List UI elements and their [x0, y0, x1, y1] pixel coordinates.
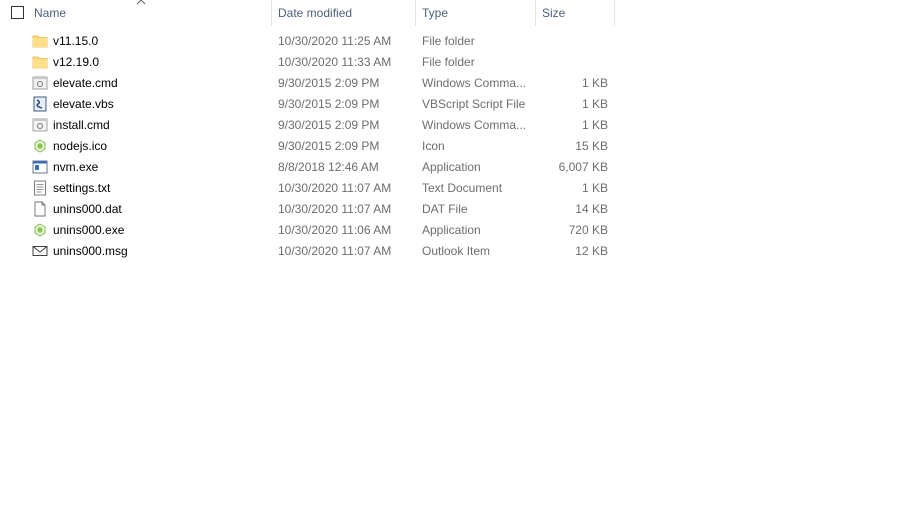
column-header-row: Name Date modified Type Size — [0, 0, 616, 26]
select-all-checkbox[interactable] — [11, 6, 24, 19]
file-name: unins000.dat — [53, 202, 122, 216]
file-date-modified: 10/30/2020 11:07 AM — [278, 244, 392, 258]
column-header-type-label: Type — [422, 6, 449, 20]
file-type: Text Document — [422, 181, 503, 195]
file-row[interactable]: elevate.cmd 9/30/2015 2:09 PM Windows Comm… — [0, 73, 616, 94]
file-row[interactable]: unins000.msg 10/30/2020 11:07 AM Outlook I… — [0, 241, 616, 262]
column-header-name[interactable]: Name — [28, 0, 271, 26]
file-type: Windows Comma... — [422, 118, 527, 132]
file-row[interactable]: unins000.exe 10/30/2020 11:06 AM Applicati… — [0, 220, 616, 241]
file-date-modified: 10/30/2020 11:07 AM — [278, 181, 392, 195]
file-size: 6,007 KB — [558, 160, 608, 174]
envelope-icon — [32, 241, 50, 262]
cmd-script-icon — [32, 115, 50, 136]
file-name: settings.txt — [53, 181, 111, 195]
file-name: unins000.msg — [53, 244, 128, 258]
file-name: elevate.cmd — [53, 76, 118, 90]
file-row[interactable]: nvm.exe 8/8/2018 12:46 AM Application 6,007… — [0, 157, 616, 178]
file-size: 15 KB — [575, 139, 608, 153]
column-header-date[interactable]: Date modified — [271, 0, 415, 26]
column-header-type[interactable]: Type — [415, 0, 535, 26]
file-row[interactable]: v12.19.0 10/30/2020 11:33 AM File folder — [0, 52, 616, 73]
file-date-modified: 10/30/2020 11:25 AM — [278, 34, 392, 48]
application-icon — [32, 157, 50, 178]
file-date-modified: 10/30/2020 11:33 AM — [278, 55, 392, 69]
column-header-name-label: Name — [34, 6, 67, 20]
file-date-modified: 8/8/2018 12:46 AM — [278, 160, 379, 174]
column-header-size-label: Size — [542, 6, 566, 20]
file-name: nvm.exe — [53, 160, 99, 174]
folder-icon — [32, 31, 50, 52]
file-size — [541, 52, 608, 73]
file-type: Icon — [422, 139, 445, 153]
file-type: Application — [422, 223, 481, 237]
file-row[interactable]: v11.15.0 10/30/2020 11:25 AM File folder — [0, 31, 616, 52]
file-name: elevate.vbs — [53, 97, 114, 111]
nodejs-icon — [32, 220, 50, 241]
file-date-modified: 9/30/2015 2:09 PM — [278, 97, 380, 111]
file-date-modified: 10/30/2020 11:07 AM — [278, 202, 392, 216]
cmd-script-icon — [32, 73, 50, 94]
file-size: 1 KB — [581, 118, 608, 132]
file-name: v11.15.0 — [53, 34, 99, 48]
file-size: 1 KB — [581, 76, 608, 90]
file-name: nodejs.ico — [53, 139, 108, 153]
file-date-modified: 9/30/2015 2:09 PM — [278, 76, 380, 90]
text-document-icon — [32, 178, 50, 199]
file-size: 14 KB — [575, 202, 608, 216]
file-name: v12.19.0 — [53, 55, 100, 69]
file-row[interactable]: elevate.vbs 9/30/2015 2:09 PM VBScript Scr… — [0, 94, 616, 115]
file-type: VBScript Script File — [422, 97, 526, 111]
file-row[interactable]: nodejs.ico 9/30/2015 2:09 PM Icon 15 KB — [0, 136, 616, 157]
file-type: File folder — [422, 55, 475, 69]
file-size — [541, 31, 608, 52]
file-name: unins000.exe — [53, 223, 125, 237]
file-date-modified: 9/30/2015 2:09 PM — [278, 118, 380, 132]
file-row[interactable]: install.cmd 9/30/2015 2:09 PM Windows Comm… — [0, 115, 616, 136]
nodejs-icon — [32, 136, 50, 157]
vbs-script-icon — [32, 94, 50, 115]
file-type: File folder — [422, 34, 475, 48]
file-row[interactable]: settings.txt 10/30/2020 11:07 AM Text Docu… — [0, 178, 616, 199]
column-header-size[interactable]: Size — [535, 0, 615, 26]
file-size: 1 KB — [581, 181, 608, 195]
column-header-date-label: Date modified — [278, 6, 353, 20]
file-size: 12 KB — [575, 244, 608, 258]
file-row[interactable]: unins000.dat 10/30/2020 11:07 AM DAT File 1… — [0, 199, 616, 220]
file-type: DAT File — [422, 202, 468, 216]
folder-icon — [32, 52, 50, 73]
file-size: 720 KB — [568, 223, 608, 237]
file-type: Outlook Item — [422, 244, 491, 258]
file-list-view: Name Date modified Type Size v11.15.0 10/… — [0, 0, 900, 527]
file-type: Application — [422, 160, 481, 174]
file-rows: v11.15.0 10/30/2020 11:25 AM File folder v… — [0, 31, 616, 262]
file-type: Windows Comma... — [422, 76, 527, 90]
blank-file-icon — [32, 199, 50, 220]
file-date-modified: 10/30/2020 11:06 AM — [278, 223, 392, 237]
file-size: 1 KB — [581, 97, 608, 111]
file-name: install.cmd — [53, 118, 110, 132]
file-date-modified: 9/30/2015 2:09 PM — [278, 139, 380, 153]
